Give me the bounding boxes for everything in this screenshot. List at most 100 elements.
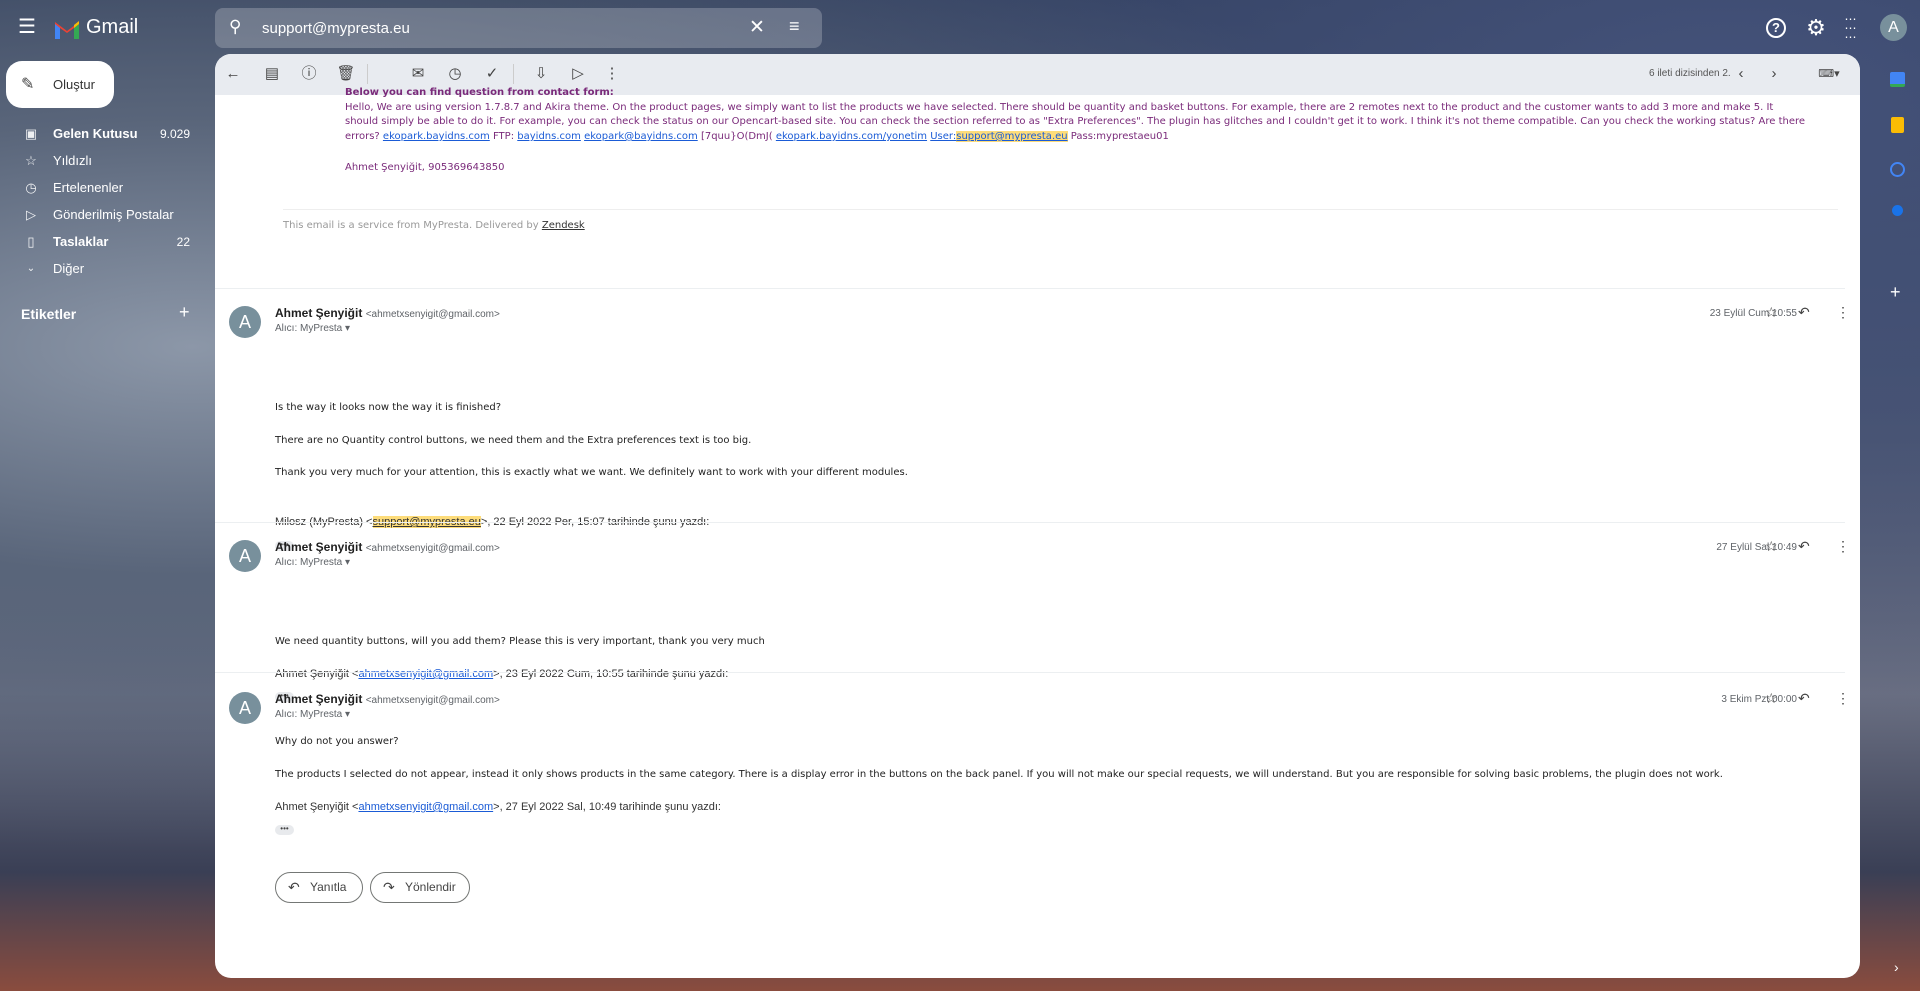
- inbox-icon: ▣: [24, 126, 38, 141]
- back-arrow-icon[interactable]: ←: [223, 64, 243, 84]
- sender-name: Ahmet Şenyiğit: [275, 306, 363, 320]
- recipient: Alıcı: MyPresta: [275, 709, 343, 720]
- show-trimmed-content-button[interactable]: •••: [275, 825, 294, 835]
- more-vert-icon[interactable]: ⋮: [1836, 304, 1850, 321]
- compose-label: Oluştur: [53, 77, 95, 92]
- reply-icon[interactable]: ↶: [1798, 538, 1810, 555]
- sidebar-item-drafts[interactable]: ▯ Taslaklar 22: [20, 230, 195, 254]
- reply-icon[interactable]: ↶: [1798, 304, 1810, 321]
- sender: Ahmet Şenyiğit <ahmetxsenyigit@gmail.com…: [275, 540, 500, 554]
- add-addon-icon[interactable]: +: [1890, 282, 1901, 303]
- main-menu-button[interactable]: ☰: [18, 16, 40, 38]
- conversation-panel: ← ▤ ⓘ 🗑 ✉ ◷ ✓ ⇩ ▷ ⋮ 6 ileti dizisinden 2…: [215, 54, 1860, 978]
- forward-label: Yönlendir: [405, 880, 456, 894]
- clear-search-icon[interactable]: ✕: [749, 16, 765, 39]
- older-chevron-icon[interactable]: ›: [1764, 64, 1784, 84]
- search-options-icon[interactable]: ≡: [789, 16, 800, 37]
- email-link[interactable]: ahmetxsenyigit@gmail.com: [358, 668, 493, 680]
- search-icon[interactable]: ⚲: [229, 17, 241, 37]
- star-icon[interactable]: ☆: [1765, 690, 1778, 707]
- forward-button[interactable]: ↷ Yönlendir: [370, 872, 470, 903]
- sidebar-item-label: Taslaklar: [53, 234, 109, 249]
- sender-email: <ahmetxsenyigit@gmail.com>: [365, 309, 500, 320]
- more-vert-icon[interactable]: ⋮: [1836, 538, 1850, 555]
- compose-button[interactable]: ✎ Oluştur: [6, 61, 114, 108]
- link[interactable]: User:: [930, 131, 956, 142]
- sidebar-item-sent[interactable]: ▷ Gönderilmiş Postalar: [20, 203, 195, 227]
- snooze-icon[interactable]: ◷: [445, 64, 465, 84]
- search-bar[interactable]: ⚲ support@mypresta.eu ✕ ≡: [215, 8, 822, 48]
- expand-panel-icon[interactable]: ›: [1894, 959, 1899, 975]
- sender-name: Ahmet Şenyiğit: [275, 692, 363, 706]
- divider: [283, 209, 1838, 210]
- report-spam-icon[interactable]: ⓘ: [299, 64, 319, 84]
- link[interactable]: ekopark.bayidns.com/yonetim: [776, 131, 927, 142]
- apps-grid-icon[interactable]: ⋯ ⋯ ⋯: [1838, 13, 1864, 43]
- message-line: Thank you very much for your attention, …: [275, 467, 908, 478]
- mark-unread-icon[interactable]: ✉: [408, 64, 428, 84]
- sender-email: <ahmetxsenyigit@gmail.com>: [365, 543, 500, 554]
- recipient-dropdown[interactable]: Alıcı: MyPresta ▾: [275, 709, 350, 720]
- labels-heading: Etiketler: [21, 306, 77, 322]
- signature: Ahmet Şenyiğit, 905369643850: [345, 162, 505, 173]
- input-tools-icon[interactable]: ⌨▾: [1812, 64, 1846, 84]
- sidebar-item-label: Yıldızlı: [53, 153, 93, 168]
- clock-icon: ◷: [25, 180, 37, 195]
- label-icon[interactable]: ▷: [568, 64, 588, 84]
- recipient-dropdown[interactable]: Alıcı: MyPresta ▾: [275, 323, 350, 334]
- newer-chevron-icon[interactable]: ‹: [1731, 64, 1751, 84]
- more-vert-icon[interactable]: ⋮: [1836, 690, 1850, 707]
- email-link[interactable]: ahmetxsenyigit@gmail.com: [358, 801, 493, 813]
- quote-header: Ahmet Şenyiğit <ahmetxsenyigit@gmail.com…: [275, 668, 728, 680]
- sidebar-item-label: Ertelenenler: [53, 180, 124, 195]
- account-avatar[interactable]: A: [1880, 14, 1907, 41]
- first-message-heading: Below you can find question from contact…: [345, 87, 614, 98]
- sender: Ahmet Şenyiğit <ahmetxsenyigit@gmail.com…: [275, 692, 500, 706]
- sender-name: Ahmet Şenyiğit: [275, 540, 363, 554]
- sender-avatar: A: [229, 540, 261, 572]
- add-label-icon[interactable]: +: [179, 302, 190, 323]
- divider: [215, 288, 1845, 289]
- gmail-m-icon: [55, 21, 79, 39]
- keep-icon[interactable]: [1891, 117, 1904, 133]
- text: Pass:myprestaeu01: [1070, 131, 1169, 142]
- sender: Ahmet Şenyiğit <ahmetxsenyigit@gmail.com…: [275, 306, 500, 320]
- link[interactable]: ekopark.bayidns.com: [383, 131, 490, 142]
- link[interactable]: bayidns.com: [517, 131, 581, 142]
- zendesk-link[interactable]: Zendesk: [542, 220, 585, 231]
- email-link[interactable]: support@mypresta.eu: [956, 131, 1068, 142]
- sidebar-item-count: 22: [176, 235, 190, 249]
- recipient-dropdown[interactable]: Alıcı: MyPresta ▾: [275, 557, 350, 568]
- more-vert-icon[interactable]: ⋮: [602, 64, 622, 84]
- contacts-icon[interactable]: [1892, 205, 1903, 216]
- dropdown-arrow-icon: ▾: [345, 709, 351, 720]
- divider: [215, 522, 1845, 523]
- reply-icon[interactable]: ↶: [1798, 690, 1810, 707]
- first-message-line: errors? ekopark.bayidns.com FTP: bayidns…: [345, 131, 1169, 142]
- sidebar-item-snoozed[interactable]: ◷ Ertelenenler: [20, 176, 195, 200]
- chevron-down-icon: ⌄: [26, 263, 36, 274]
- delete-icon[interactable]: 🗑: [336, 64, 356, 84]
- search-input[interactable]: support@mypresta.eu: [262, 20, 410, 37]
- star-icon[interactable]: ☆: [1765, 538, 1778, 555]
- tasks-icon[interactable]: [1890, 162, 1905, 177]
- sender-email: <ahmetxsenyigit@gmail.com>: [365, 695, 500, 706]
- sidebar-item-starred[interactable]: ☆ Yıldızlı: [20, 149, 195, 173]
- archive-icon[interactable]: ▤: [262, 64, 282, 84]
- star-icon[interactable]: ☆: [1765, 304, 1778, 321]
- gmail-logo[interactable]: [53, 17, 81, 44]
- divider: [215, 672, 1845, 673]
- add-to-tasks-icon[interactable]: ✓: [482, 64, 502, 84]
- link[interactable]: ekopark@bayidns.com: [584, 131, 698, 142]
- move-to-icon[interactable]: ⇩: [531, 64, 551, 84]
- calendar-icon[interactable]: [1890, 72, 1905, 87]
- message-line: We need quantity buttons, will you add t…: [275, 636, 765, 647]
- sidebar-item-inbox[interactable]: ▣ Gelen Kutusu 9.029: [20, 122, 195, 146]
- help-icon[interactable]: ?: [1766, 18, 1786, 38]
- settings-gear-icon[interactable]: ⚙: [1803, 15, 1829, 41]
- sidebar-item-label: Gelen Kutusu: [53, 126, 138, 141]
- text: >, 23 Eyl 2022 Cum, 10:55 tarihinde şunu…: [493, 668, 729, 680]
- toolbar-divider: [367, 64, 368, 84]
- sidebar-item-more[interactable]: ⌄ Diğer: [20, 257, 195, 281]
- reply-button[interactable]: ↶ Yanıtla: [275, 872, 363, 903]
